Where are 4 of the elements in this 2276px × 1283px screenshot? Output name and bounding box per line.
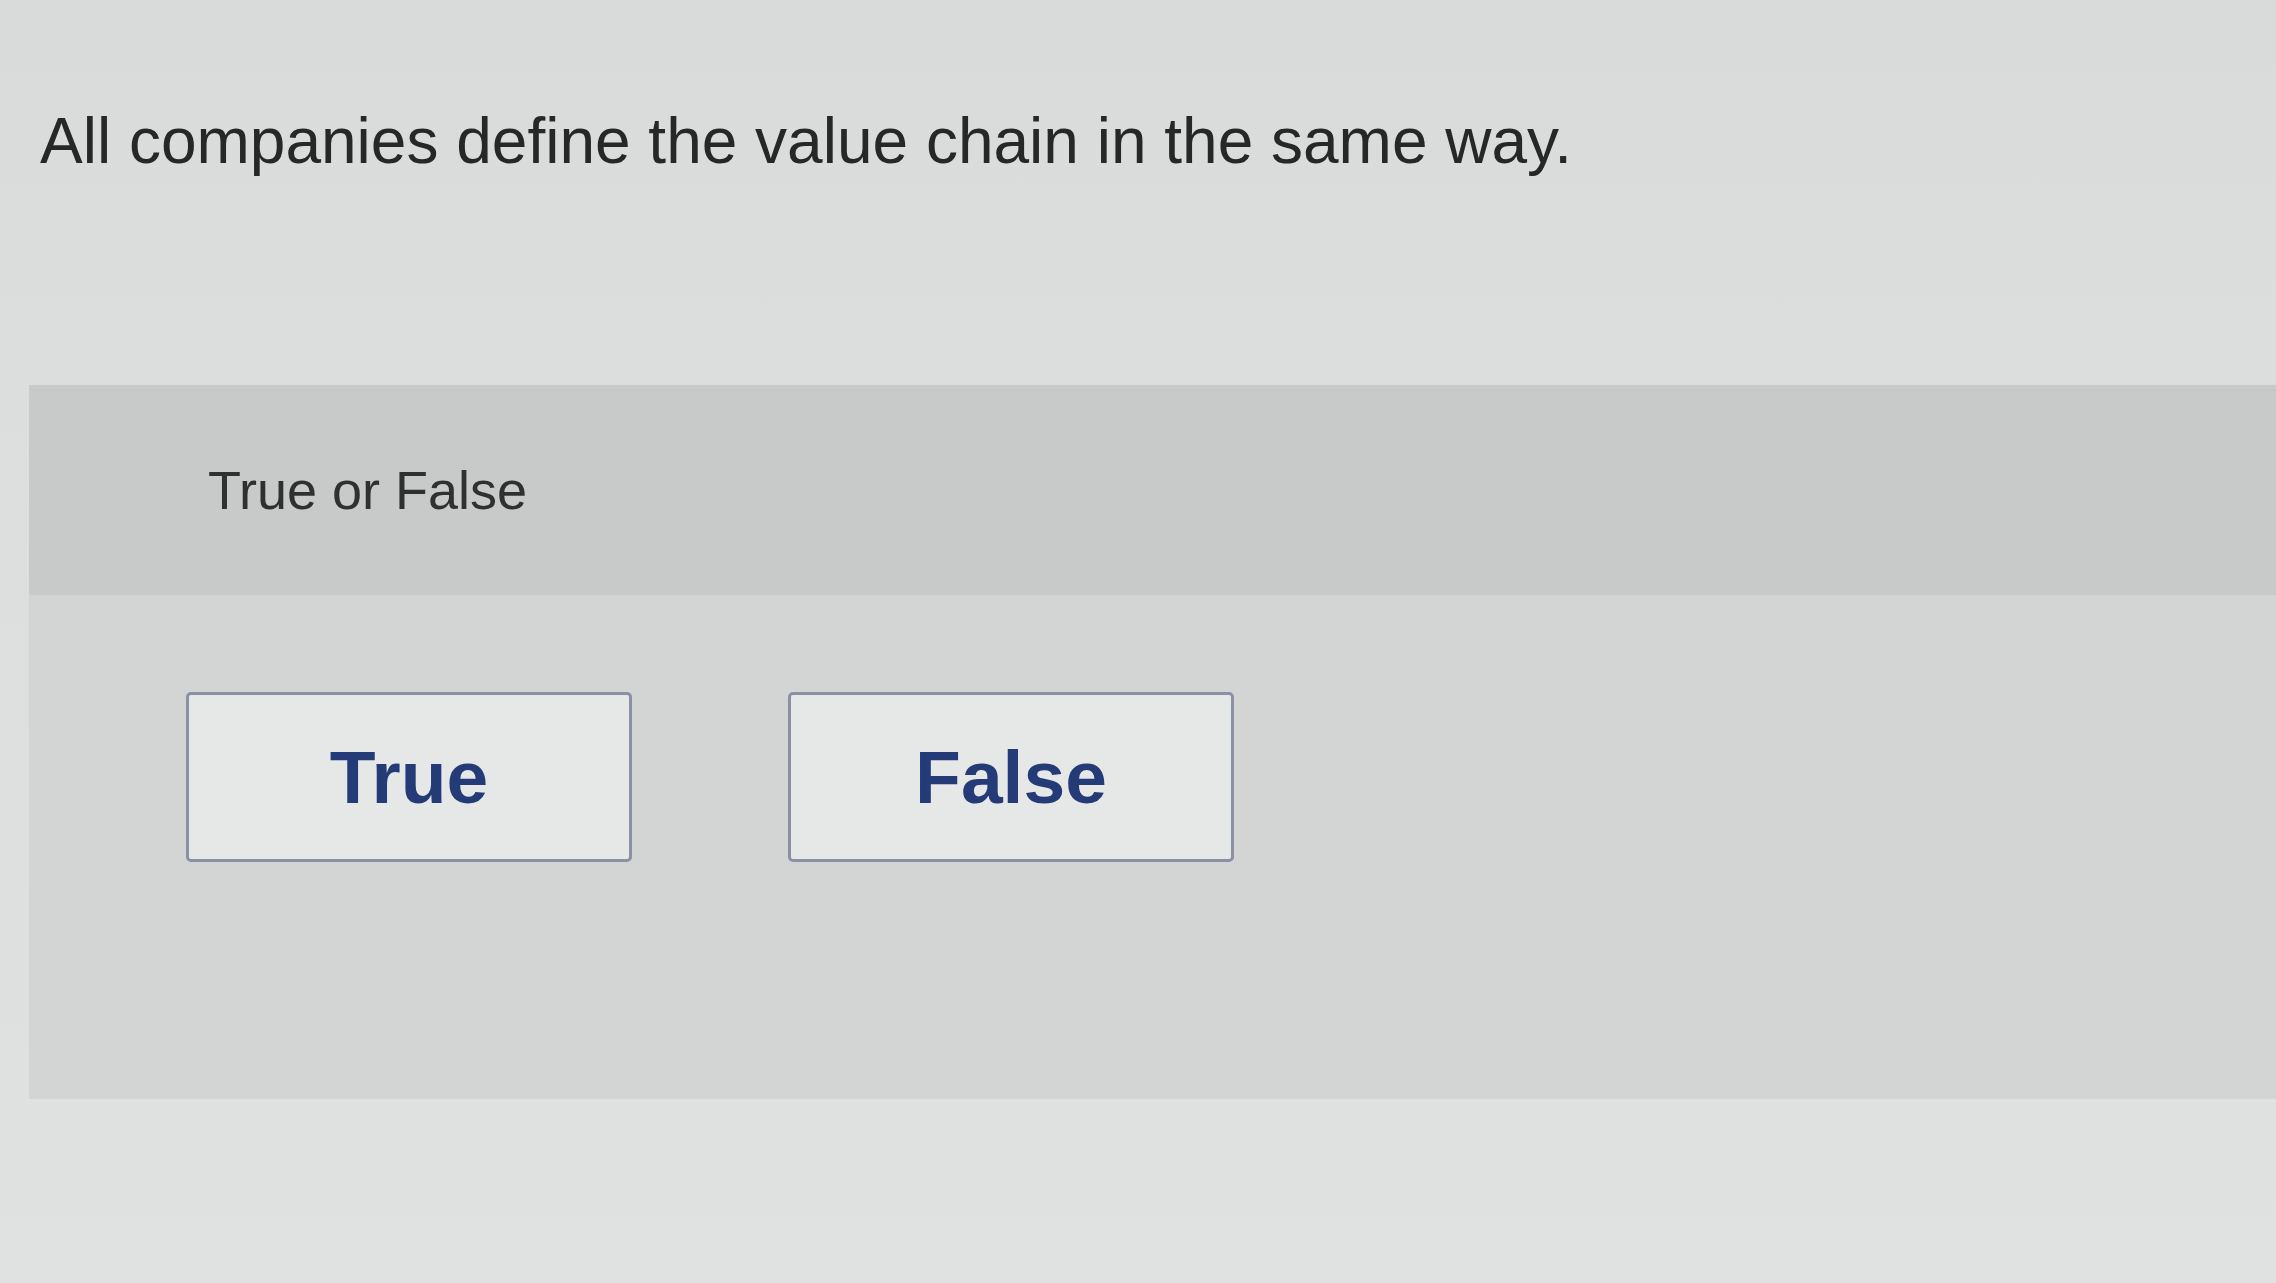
answer-option-button[interactable]: True [186, 691, 632, 862]
question-text: All companies define the value chain in the same way. [40, 104, 1573, 179]
question-type-label: True or False [208, 458, 528, 521]
answer-option-button[interactable]: False [788, 691, 1234, 862]
